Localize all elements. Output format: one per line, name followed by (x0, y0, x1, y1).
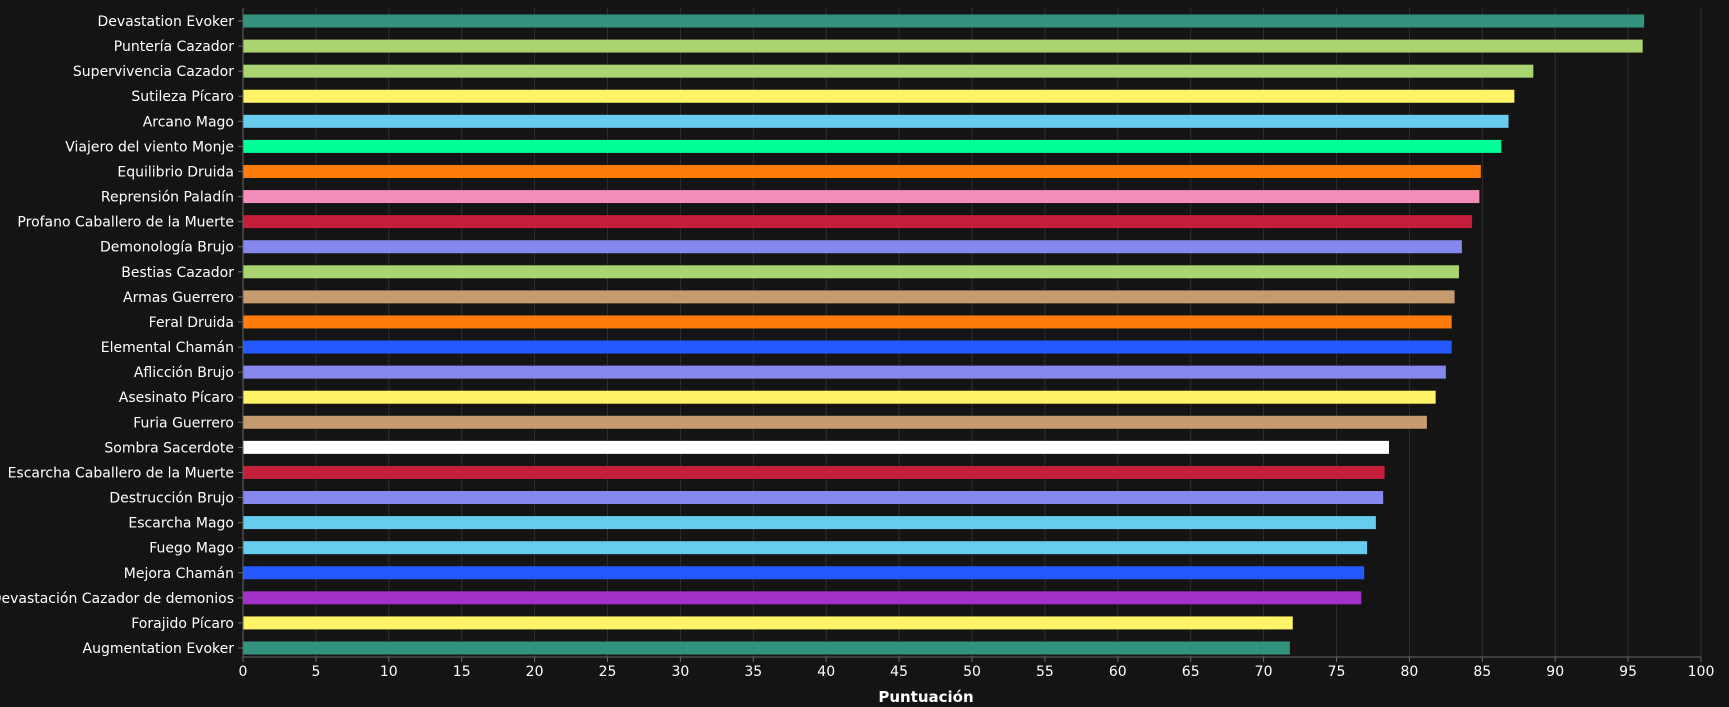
y-tick-label: Supervivencia Cazador (73, 64, 234, 80)
bar (243, 390, 1436, 404)
y-tick-label: Bestias Cazador (121, 265, 234, 281)
x-tick-label: 55 (1036, 664, 1054, 680)
bar (243, 190, 1480, 204)
y-tick-label: Destrucción Brujo (109, 491, 234, 507)
x-tick-label: 90 (1546, 664, 1564, 680)
y-tick-label: Furia Guerrero (133, 415, 234, 431)
x-tick-label: 65 (1182, 664, 1200, 680)
y-tick-label: Devastation Evoker (97, 14, 234, 30)
y-tick-label: Escarcha Mago (128, 516, 234, 532)
x-tick-label: 0 (239, 664, 248, 680)
x-tick-label: 50 (963, 664, 981, 680)
y-tick-label: Devastación Cazador de demonios (0, 591, 234, 607)
y-tick-label: Aflicción Brujo (134, 365, 234, 381)
bar (243, 164, 1481, 178)
bar (243, 591, 1362, 605)
y-tick-label: Fuego Mago (149, 541, 234, 557)
y-tick-label: Arcano Mago (143, 114, 234, 130)
bar (243, 415, 1427, 429)
y-tick-label: Sombra Sacerdote (104, 440, 234, 456)
bar (243, 491, 1384, 505)
bar (243, 89, 1515, 103)
y-tick-label: Viajero del viento Monje (65, 139, 234, 155)
x-tick-label: 20 (526, 664, 544, 680)
y-tick-label: Profano Caballero de la Muerte (17, 215, 234, 231)
bar (243, 39, 1643, 53)
x-tick-label: 25 (599, 664, 617, 680)
y-tick-label: Armas Guerrero (123, 290, 234, 306)
y-tick-label: Asesinato Pícaro (119, 390, 234, 406)
y-tick-label: Augmentation Evoker (83, 641, 235, 657)
x-tick-label: 80 (1400, 664, 1418, 680)
bar (243, 641, 1290, 655)
x-tick-label: 10 (380, 664, 398, 680)
bar (243, 265, 1459, 279)
bar (243, 566, 1365, 580)
y-tick-label: Mejora Chamán (124, 566, 234, 582)
x-tick-label: 100 (1688, 664, 1715, 680)
y-tick-label: Escarcha Caballero de la Muerte (8, 465, 234, 481)
x-tick-label: 5 (311, 664, 320, 680)
x-tick-label: 35 (744, 664, 762, 680)
y-tick-label: Demonología Brujo (100, 240, 234, 256)
y-tick-label: Feral Druida (149, 315, 234, 331)
x-tick-label: 70 (1255, 664, 1273, 680)
bar (243, 240, 1462, 254)
bar (243, 440, 1389, 454)
x-tick-label: 95 (1619, 664, 1637, 680)
x-axis-title: Puntuación (878, 688, 973, 706)
x-tick-label: 15 (453, 664, 471, 680)
y-tick-label: Elemental Chamán (101, 340, 234, 356)
x-tick-label: 75 (1328, 664, 1346, 680)
bar (243, 315, 1452, 329)
y-tick-label: Equilibrio Druida (117, 164, 234, 180)
bar (243, 340, 1452, 354)
bar (243, 114, 1509, 128)
bar (243, 365, 1446, 379)
x-tick-label: 45 (890, 664, 908, 680)
bar (243, 465, 1385, 479)
y-tick-label: Forajido Pícaro (131, 616, 234, 632)
y-tick-label: Reprensión Paladín (101, 190, 234, 206)
y-tick-label: Puntería Cazador (114, 39, 234, 55)
bar (243, 14, 1645, 28)
x-tick-label: 40 (817, 664, 835, 680)
x-tick-label: 85 (1473, 664, 1491, 680)
bar (243, 290, 1455, 304)
x-tick-label: 30 (671, 664, 689, 680)
bar (243, 541, 1368, 555)
bar (243, 516, 1376, 530)
bar-chart: Devastation Evoker Puntería Cazador Superv… (0, 0, 1729, 707)
y-tick-label: Sutileza Pícaro (131, 89, 234, 105)
bar (243, 215, 1473, 229)
bar (243, 616, 1293, 630)
bar (243, 139, 1502, 153)
x-tick-label: 60 (1109, 664, 1127, 680)
bar (243, 64, 1534, 78)
